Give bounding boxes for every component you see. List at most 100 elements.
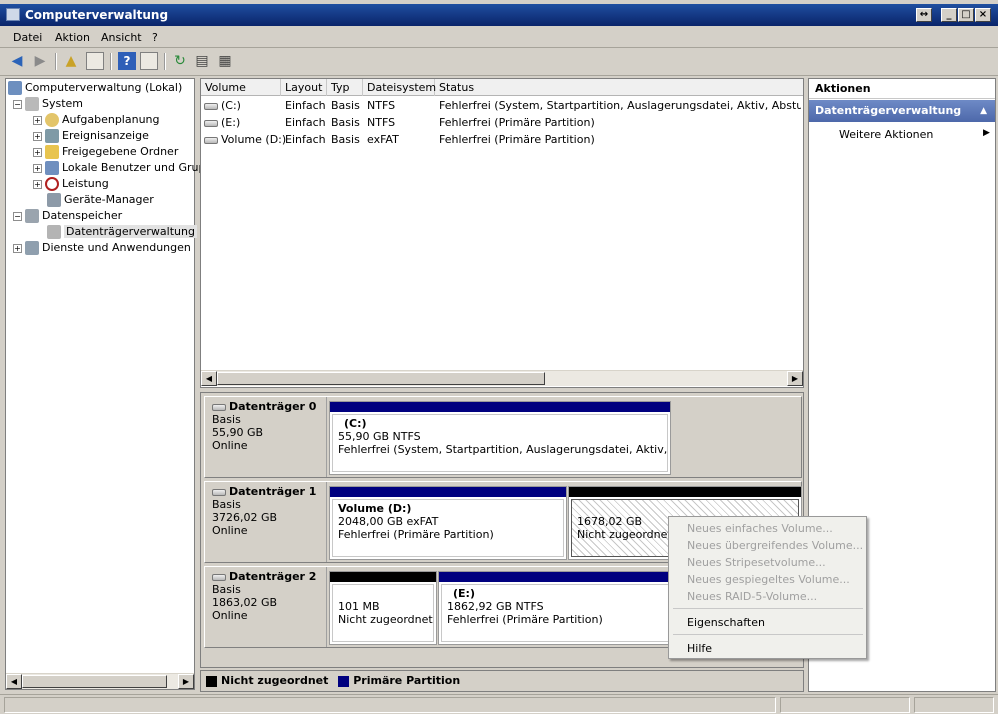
actions-section-header[interactable]: Datenträgerverwaltung ▲ (809, 100, 995, 122)
collapse-icon[interactable]: − (13, 99, 22, 109)
collapse-icon[interactable]: − (13, 211, 22, 221)
action-more[interactable]: Weitere Aktionen ▶ (839, 128, 990, 141)
table-row[interactable]: (C:) Einfach Basis NTFS Fehlerfrei (Syst… (201, 97, 803, 114)
column-typ[interactable]: Typ (327, 79, 363, 96)
back-arrow-icon[interactable]: ◀ (8, 52, 26, 70)
up-folder-icon[interactable]: ▲ (62, 52, 80, 70)
services-icon (25, 241, 39, 255)
cell-volume: Volume (D:) (221, 133, 287, 146)
export-list-icon[interactable]: ▦ (216, 52, 234, 70)
menu-new-spanned-volume: Neues übergreifendes Volume... (687, 539, 864, 552)
toolbar-separator (55, 53, 57, 70)
scroll-thumb[interactable] (217, 372, 545, 385)
tree-horizontal-scrollbar[interactable]: ◀ ▶ (6, 673, 194, 689)
expand-icon[interactable]: + (13, 243, 22, 253)
expand-icon[interactable]: + (33, 131, 42, 141)
status-cell-2 (780, 697, 910, 713)
expand-icon[interactable]: + (33, 179, 42, 189)
tree-item-datenspeicher[interactable]: − Datenspeicher (8, 208, 226, 224)
expand-icon[interactable]: + (33, 115, 42, 125)
menu-new-simple-volume: Neues einfaches Volume... (687, 522, 833, 535)
cell-layout: Einfach (285, 133, 326, 146)
partition-title (577, 502, 793, 515)
column-status[interactable]: Status (435, 79, 803, 96)
toolbar: ◀ ▶ ▲ ? ↻ ▤ ▦ (0, 49, 998, 76)
column-layout[interactable]: Layout (281, 79, 327, 96)
cell-dateisystem: NTFS (367, 116, 396, 129)
close-button[interactable]: × (975, 8, 991, 22)
unallocated-swatch (206, 675, 217, 687)
partition-size: 101 MB (338, 600, 380, 613)
tree-item-root[interactable]: Computerverwaltung (Lokal) (8, 80, 226, 96)
disk-info[interactable]: Datenträger 0 Basis 55,90 GB Online (205, 397, 327, 477)
disk-type: Basis (212, 583, 241, 596)
menu-properties[interactable]: Eigenschaften (687, 616, 765, 629)
menu-new-mirrored-volume: Neues gespiegeltes Volume... (687, 573, 850, 586)
menu-help[interactable]: ? (152, 31, 158, 44)
tree-item-ereignisanzeige[interactable]: + Ereignisanzeige (8, 128, 226, 144)
cell-status: Fehlerfrei (System, Startpartition, Ausl… (439, 99, 801, 112)
menu-help-item[interactable]: Hilfe (687, 642, 712, 655)
scroll-right-icon[interactable]: ▶ (178, 674, 194, 689)
drive-icon (204, 136, 218, 144)
refresh-icon[interactable]: ↻ (171, 52, 189, 70)
disk-name: Datenträger 2 (229, 570, 317, 583)
menu-aktion[interactable]: Aktion (55, 31, 90, 44)
status-bar (0, 694, 998, 714)
tree-item-datentraegerverwaltung[interactable]: Datenträgerverwaltung (8, 224, 226, 240)
disk-row[interactable]: Datenträger 0 Basis 55,90 GB Online (C:)… (204, 396, 802, 478)
partition-status: Fehlerfrei (System, Startpartition, Ausl… (338, 443, 668, 456)
partition-title: (C:) (344, 417, 367, 430)
scroll-right-icon[interactable]: ▶ (787, 371, 803, 386)
expand-icon[interactable]: + (33, 163, 42, 173)
partition-c[interactable]: (C:) 55,90 GB NTFS Fehlerfrei (System, S… (329, 401, 671, 475)
cell-dateisystem: NTFS (367, 99, 396, 112)
column-dateisystem[interactable]: Dateisystem (363, 79, 436, 96)
partition-title (338, 587, 428, 600)
restore-layout-button[interactable]: ↔ (916, 8, 932, 22)
volume-horizontal-scrollbar[interactable]: ◀ ▶ (201, 370, 803, 386)
partition-size: 55,90 GB NTFS (338, 430, 421, 443)
disk-size: 1863,02 GB (212, 596, 278, 609)
menu-bar: Datei Aktion Ansicht ? (0, 27, 998, 48)
partition-d[interactable]: Volume (D:) 2048,00 GB exFAT Fehlerfrei … (329, 486, 567, 560)
column-volume[interactable]: Volume (201, 79, 281, 96)
tree-item-system[interactable]: − System (8, 96, 226, 112)
forward-arrow-icon[interactable]: ▶ (31, 52, 49, 70)
tree-item-leistung[interactable]: + Leistung (8, 176, 226, 192)
tools-icon (25, 97, 39, 111)
tree-item-aufgabenplanung[interactable]: + Aufgabenplanung (8, 112, 226, 128)
legend: Nicht zugeordnet Primäre Partition (200, 670, 804, 692)
scroll-left-icon[interactable]: ◀ (201, 371, 217, 386)
menu-ansicht[interactable]: Ansicht (101, 31, 142, 44)
help-icon[interactable]: ? (118, 52, 136, 70)
collapse-arrow-icon[interactable]: ▲ (980, 100, 987, 122)
scroll-thumb[interactable] (22, 675, 167, 688)
minimize-button[interactable]: _ (941, 8, 957, 22)
maximize-button[interactable]: □ (958, 8, 974, 22)
scroll-left-icon[interactable]: ◀ (6, 674, 22, 689)
tree-item-geraete-manager[interactable]: Geräte-Manager (8, 192, 226, 208)
cell-layout: Einfach (285, 99, 326, 112)
tree-item-freigegebene-ordner[interactable]: + Freigegebene Ordner (8, 144, 226, 160)
unallocated-space-disk2[interactable]: 101 MB Nicht zugeordnet (329, 571, 437, 645)
menu-datei[interactable]: Datei (13, 31, 42, 44)
table-row[interactable]: (E:) Einfach Basis NTFS Fehlerfrei (Prim… (201, 114, 803, 131)
cell-typ: Basis (331, 133, 360, 146)
action-pane-icon[interactable] (140, 52, 158, 70)
tree-item-dienste[interactable]: + Dienste und Anwendungen (8, 240, 226, 256)
disk-info[interactable]: Datenträger 2 Basis 1863,02 GB Online (205, 567, 327, 647)
disk-info[interactable]: Datenträger 1 Basis 3726,02 GB Online (205, 482, 327, 562)
cell-status: Fehlerfrei (Primäre Partition) (439, 116, 595, 129)
tree-item-lokale-benutzer[interactable]: + Lokale Benutzer und Gruppen (8, 160, 226, 176)
show-hide-tree-icon[interactable] (86, 52, 104, 70)
cell-typ: Basis (331, 116, 360, 129)
cell-status: Fehlerfrei (Primäre Partition) (439, 133, 595, 146)
table-row[interactable]: Volume (D:) Einfach Basis exFAT Fehlerfr… (201, 131, 803, 148)
expand-icon[interactable]: + (33, 147, 42, 157)
storage-icon (25, 209, 39, 223)
properties-icon[interactable]: ▤ (193, 52, 211, 70)
menu-new-raid5-volume: Neues RAID-5-Volume... (687, 590, 818, 603)
tree-label: Datenträgerverwaltung (64, 225, 197, 238)
partition-size: 2048,00 GB exFAT (338, 515, 439, 528)
